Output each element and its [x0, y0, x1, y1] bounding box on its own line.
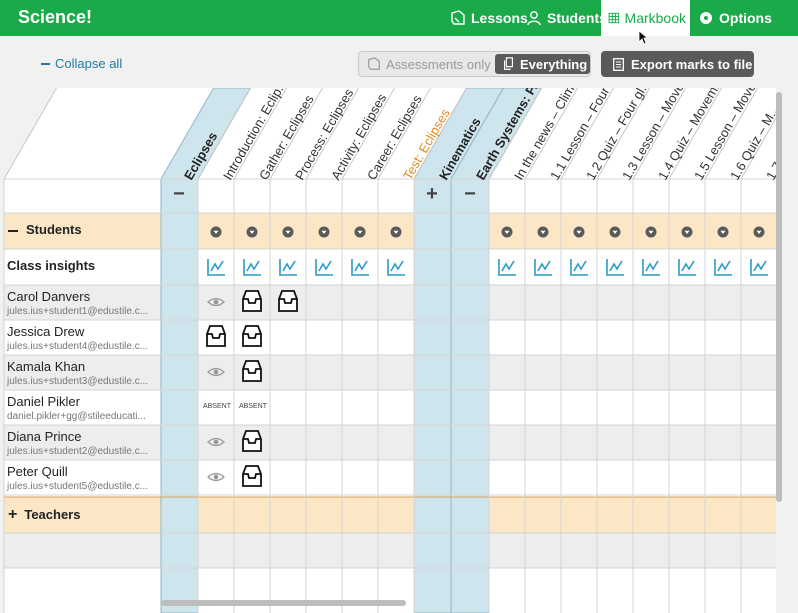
earth-collapse-icon[interactable]: −: [460, 183, 480, 206]
inbox-submitted-icon[interactable]: [242, 360, 262, 382]
inbox-submitted-icon[interactable]: [242, 290, 262, 312]
everything-button[interactable]: Everything: [495, 54, 590, 74]
inbox-submitted-icon[interactable]: [242, 325, 262, 347]
vertical-scrollbar[interactable]: [776, 92, 782, 502]
markbook-grid: Eclipses Introduction: Eclip... Gather: Ec…: [0, 88, 776, 613]
minus-icon: [8, 229, 18, 232]
horizontal-scrollbar[interactable]: [161, 600, 406, 606]
student-email: jules.ius+student4@edustile.c...: [7, 341, 149, 352]
collapse-all-label: Collapse all: [55, 56, 123, 71]
export-marks-label: Export marks to file: [631, 56, 753, 72]
inbox-submitted-icon[interactable]: [242, 465, 262, 487]
student-name[interactable]: Carol Danvers: [7, 289, 90, 304]
student-name[interactable]: Jessica Drew: [7, 324, 84, 339]
options-icon: [700, 12, 712, 24]
inbox-submitted-icon[interactable]: [242, 430, 262, 452]
students-icon: [527, 11, 541, 26]
student-name[interactable]: Peter Quill: [7, 464, 68, 479]
student-email: jules.ius+student3@edustile.c...: [7, 376, 149, 387]
assessments-only-button[interactable]: Assessments only: [361, 54, 493, 74]
nav-students[interactable]: Students: [522, 0, 611, 36]
eclipses-collapse-icon[interactable]: −: [169, 183, 189, 206]
nav-lessons-label: Lessons: [471, 10, 528, 26]
markbook-grid-icon: [608, 12, 619, 24]
student-email: daniel.pikler+gg@stileeducati...: [7, 411, 146, 422]
student-name[interactable]: Diana Prince: [7, 429, 81, 444]
minus-icon: [41, 62, 50, 65]
nav-options-label: Options: [719, 10, 772, 26]
students-row-bg: [4, 213, 776, 249]
inbox-submitted-icon[interactable]: [206, 325, 226, 347]
collapse-all-link[interactable]: Collapse all: [41, 56, 122, 71]
teachers-group-label[interactable]: + Teachers: [8, 506, 80, 524]
lessons-icon: [451, 10, 465, 25]
top-nav-bar: Science! Lessons Students Markbook Optio…: [0, 0, 798, 36]
teachers-label: Teachers: [24, 507, 81, 522]
app-title: Science!: [18, 7, 93, 27]
absent-mark[interactable]: ABSENT: [203, 403, 231, 410]
nav-students-label: Students: [547, 10, 607, 26]
mouse-cursor-icon: [638, 30, 648, 45]
nav-markbook-label: Markbook: [624, 10, 686, 26]
blank-row-bg: [4, 533, 776, 568]
kinematics-expand-icon[interactable]: +: [422, 183, 442, 206]
student-name[interactable]: Kamala Khan: [7, 359, 85, 374]
document-icon: [613, 57, 624, 71]
export-marks-button[interactable]: Export marks to file: [601, 51, 754, 77]
plus-icon: +: [8, 506, 18, 523]
view-toggle: Assessments only Everything: [358, 51, 591, 77]
nav-options[interactable]: Options: [694, 0, 776, 36]
inbox-submitted-icon[interactable]: [278, 290, 298, 312]
assessments-only-label: Assessments only: [386, 56, 491, 72]
student-email: jules.ius+student2@edustile.c...: [7, 446, 149, 457]
nav-lessons[interactable]: Lessons: [446, 0, 532, 36]
absent-mark[interactable]: ABSENT: [239, 403, 267, 410]
students-label: Students: [26, 222, 82, 237]
class-insights-label: Class insights: [7, 258, 96, 273]
everything-label: Everything: [520, 56, 588, 72]
student-email: jules.ius+student5@edustile.c...: [7, 481, 149, 492]
student-name[interactable]: Daniel Pikler: [7, 394, 80, 409]
documents-icon: [503, 57, 514, 70]
student-email: jules.ius+student1@edustile.c...: [7, 306, 149, 317]
assessment-icon: [368, 57, 380, 70]
students-group-label[interactable]: Students: [8, 222, 82, 237]
teachers-row-bg: [4, 497, 776, 533]
